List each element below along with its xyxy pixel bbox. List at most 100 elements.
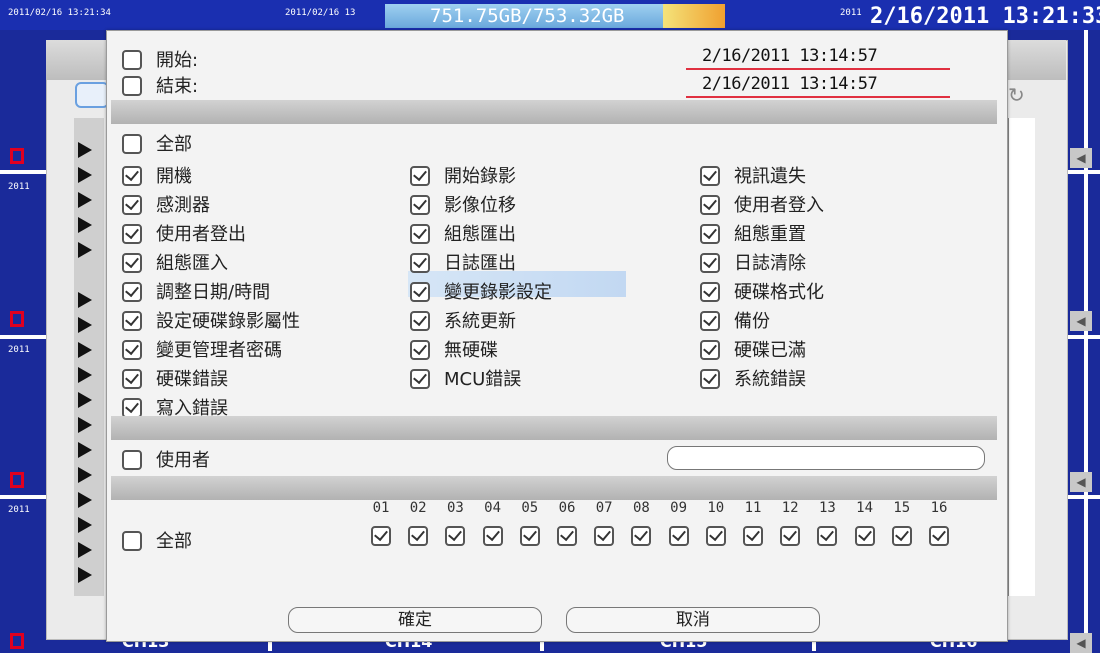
channel-all-label: 全部 (156, 531, 192, 552)
play-icon[interactable] (78, 392, 92, 408)
record-indicator-icon (10, 148, 24, 164)
event-checkbox[interactable] (410, 282, 430, 302)
channel-checkbox[interactable] (408, 526, 429, 546)
play-icon[interactable] (78, 142, 92, 158)
user-input[interactable] (667, 446, 985, 470)
play-icon[interactable] (78, 492, 92, 508)
channel-checkbox[interactable] (519, 526, 540, 546)
event-checkbox[interactable] (700, 369, 720, 389)
event-checkbox[interactable] (122, 369, 142, 389)
play-icon[interactable] (78, 192, 92, 208)
search-window-button[interactable] (75, 82, 109, 108)
event-checkbox[interactable] (410, 166, 430, 186)
channel-checkbox[interactable] (371, 526, 391, 546)
play-icon[interactable] (78, 467, 92, 483)
event-checkbox[interactable] (410, 224, 430, 244)
event-checkbox[interactable] (700, 224, 720, 244)
event-checkbox[interactable] (700, 282, 720, 302)
event-label: 調整日期/時間 (156, 282, 271, 303)
channel-number: 15 (893, 500, 911, 516)
event-checkbox[interactable] (122, 195, 142, 215)
event-label: 系統錯誤 (734, 369, 806, 390)
event-checkbox[interactable] (700, 195, 720, 215)
event-checkbox[interactable] (700, 166, 720, 186)
cancel-button[interactable]: 取消 (566, 607, 820, 633)
event-label: 日誌匯出 (444, 253, 516, 274)
event-label: 組態匯入 (156, 253, 228, 274)
channel-checkbox[interactable] (445, 526, 466, 546)
event-label: 組態匯出 (444, 224, 516, 245)
event-label: 硬碟錯誤 (156, 369, 228, 390)
play-icon[interactable] (78, 167, 92, 183)
event-checkbox[interactable] (410, 253, 430, 273)
list-scroll-column[interactable] (1008, 118, 1035, 596)
channel-checkbox[interactable] (482, 526, 503, 546)
event-checkbox[interactable] (700, 311, 720, 331)
event-checkbox[interactable] (122, 253, 142, 273)
tile-timestamp: 2011/02/16 13 (285, 8, 356, 18)
start-time-label: 開始: (156, 50, 199, 71)
event-all-checkbox[interactable] (122, 134, 142, 154)
system-datetime: 2/16/2011 13:21:33 (870, 4, 1100, 29)
event-checkbox[interactable] (122, 340, 142, 360)
channel-number: 14 (856, 500, 874, 516)
channel-checkbox[interactable] (668, 526, 689, 546)
event-checkbox[interactable] (122, 282, 142, 302)
channel-checkbox[interactable] (854, 526, 875, 546)
event-checkbox[interactable] (410, 340, 430, 360)
channel-number: 03 (446, 500, 464, 516)
channel-number: 06 (558, 500, 576, 516)
play-icon[interactable] (78, 342, 92, 358)
event-checkbox[interactable] (700, 340, 720, 360)
event-checkbox[interactable] (410, 311, 430, 331)
event-label: 變更管理者密碼 (156, 340, 282, 361)
event-checkbox[interactable] (122, 166, 142, 186)
play-icon[interactable] (78, 517, 92, 533)
tile-timestamp: 2011/02/16 13:21:34 (8, 8, 111, 18)
channel-checkbox[interactable] (705, 526, 726, 546)
audio-icon[interactable]: ◀ (1070, 311, 1092, 331)
event-label: 感測器 (156, 195, 210, 216)
audio-icon[interactable]: ◀ (1070, 472, 1092, 492)
tile-timestamp: 2011 (840, 8, 862, 18)
event-checkbox[interactable] (410, 195, 430, 215)
play-icon[interactable] (78, 417, 92, 433)
audio-icon[interactable]: ◀ (1070, 148, 1092, 168)
channel-checkbox[interactable] (891, 526, 912, 546)
audio-icon[interactable]: ◀ (1070, 633, 1092, 653)
event-checkbox[interactable] (122, 311, 142, 331)
end-time-checkbox[interactable] (122, 76, 142, 96)
channel-checkbox[interactable] (631, 526, 652, 546)
user-checkbox[interactable] (122, 450, 142, 470)
channel-all-checkbox[interactable] (122, 531, 142, 551)
channel-checkbox[interactable] (780, 526, 801, 546)
play-icon[interactable] (78, 442, 92, 458)
refresh-icon[interactable]: ↻ (1008, 83, 1025, 107)
play-icon[interactable] (78, 317, 92, 333)
start-time-field[interactable]: 2/16/2011 13:14:57 (702, 46, 878, 66)
event-checkbox[interactable] (700, 253, 720, 273)
event-checkbox[interactable] (122, 398, 142, 418)
confirm-button[interactable]: 確定 (288, 607, 542, 633)
channel-checkbox[interactable] (743, 526, 763, 546)
channel-checkbox[interactable] (594, 526, 615, 546)
event-checkbox[interactable] (122, 224, 142, 244)
event-label: 開始錄影 (444, 166, 516, 187)
channel-number: 01 (372, 500, 390, 516)
channel-checkbox[interactable] (817, 526, 838, 546)
event-checkbox[interactable] (410, 369, 430, 389)
event-label: 硬碟格式化 (734, 282, 824, 303)
channel-checkbox[interactable] (929, 526, 949, 546)
end-time-field[interactable]: 2/16/2011 13:14:57 (702, 74, 878, 94)
play-icon[interactable] (78, 567, 92, 583)
channel-number: 02 (409, 500, 427, 516)
event-label: 組態重置 (734, 224, 806, 245)
play-icon[interactable] (78, 217, 92, 233)
event-label: MCU錯誤 (444, 369, 522, 390)
play-icon[interactable] (78, 242, 92, 258)
start-time-checkbox[interactable] (122, 50, 142, 70)
play-icon[interactable] (78, 542, 92, 558)
play-icon[interactable] (78, 292, 92, 308)
play-icon[interactable] (78, 367, 92, 383)
channel-checkbox[interactable] (557, 526, 577, 546)
